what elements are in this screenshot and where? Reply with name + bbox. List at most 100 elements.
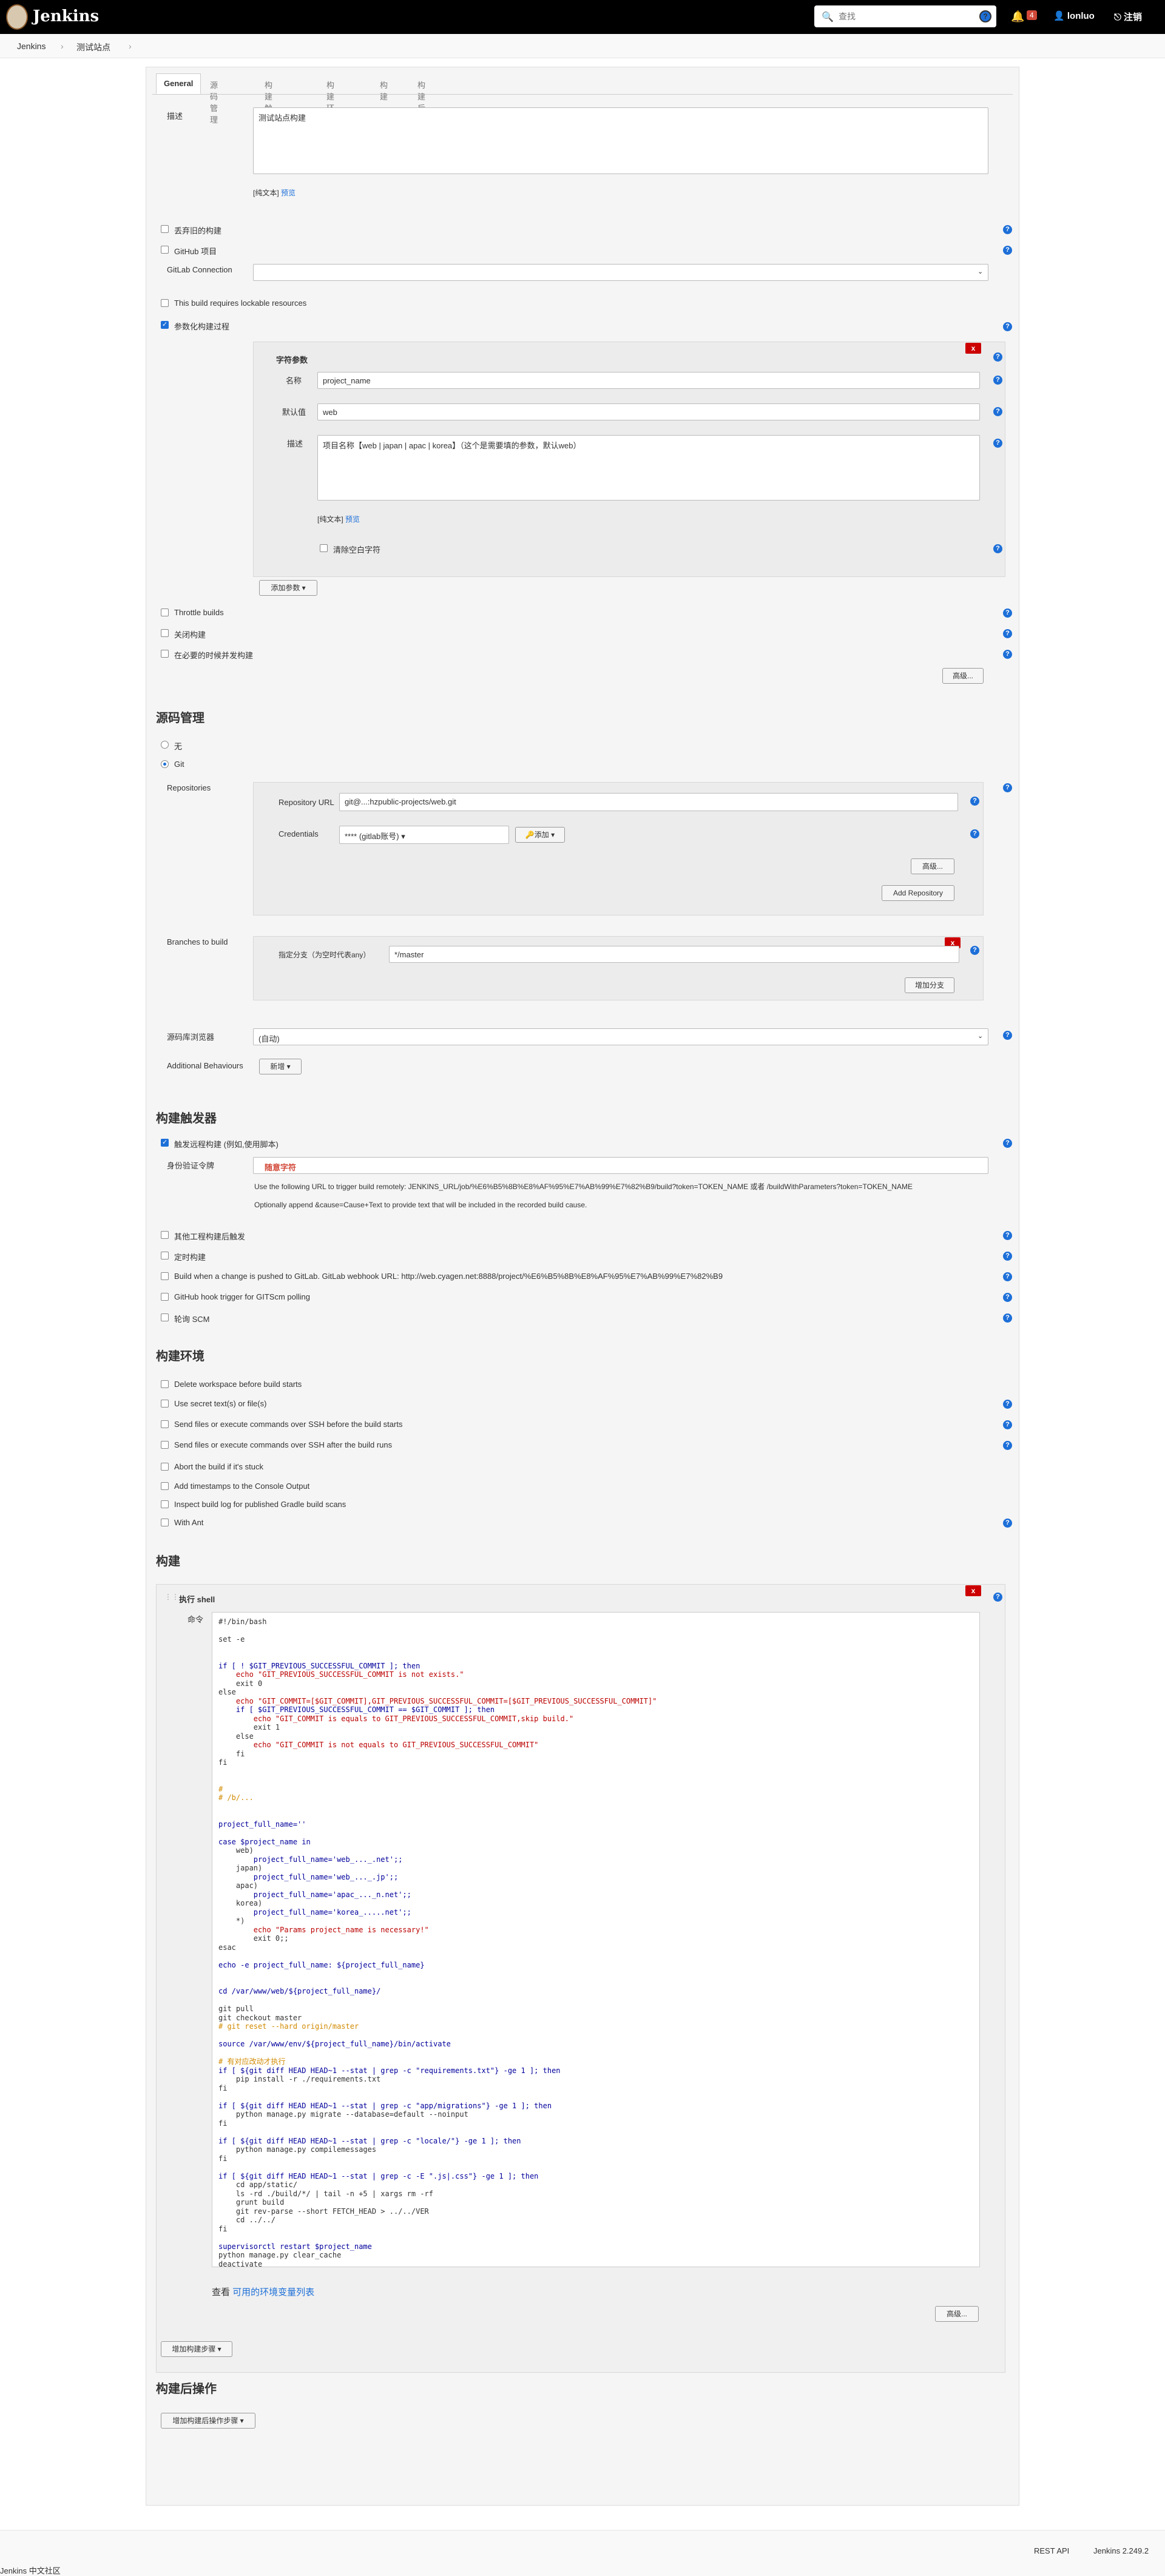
- github-project-checkbox[interactable]: [161, 246, 169, 254]
- help-icon[interactable]: ?: [970, 797, 979, 806]
- lockable-checkbox[interactable]: [161, 299, 169, 307]
- add-build-step-button[interactable]: 增加构建步骤 ▾: [161, 2341, 232, 2357]
- env-checkbox[interactable]: [161, 1500, 169, 1508]
- search-help-icon[interactable]: ?: [979, 10, 991, 22]
- add-post-step-button[interactable]: 增加构建后操作步骤 ▾: [161, 2413, 255, 2429]
- add-credential-button[interactable]: 🔑添加 ▾: [515, 827, 565, 843]
- help-icon[interactable]: ?: [1003, 225, 1012, 234]
- add-behaviour-button[interactable]: 新增 ▾: [259, 1059, 302, 1074]
- disable-checkbox[interactable]: [161, 629, 169, 637]
- param-preview-link[interactable]: 预览: [345, 515, 360, 524]
- drag-handle-icon[interactable]: ⋮⋮: [164, 1593, 179, 1601]
- help-icon[interactable]: ?: [1003, 609, 1012, 618]
- help-icon[interactable]: ?: [1003, 1272, 1012, 1281]
- trim-checkbox[interactable]: [320, 544, 328, 552]
- env-checkbox[interactable]: [161, 1441, 169, 1449]
- help-icon[interactable]: ?: [1003, 246, 1012, 255]
- help-icon[interactable]: ?: [1003, 1313, 1012, 1323]
- shell-advanced-button[interactable]: 高级...: [935, 2306, 979, 2322]
- logout-link[interactable]: ⎋ 注销: [1114, 10, 1142, 23]
- help-icon[interactable]: ?: [1003, 1420, 1012, 1429]
- periodic-checkbox[interactable]: [161, 1252, 169, 1259]
- help-icon[interactable]: ?: [993, 1593, 1002, 1602]
- help-icon[interactable]: ?: [993, 352, 1002, 362]
- help-icon[interactable]: ?: [1003, 650, 1012, 659]
- shell-command-editor[interactable]: #!/bin/bash set -e if [ ! $GIT_PREVIOUS_SU…: [212, 1612, 980, 2267]
- env-vars-link[interactable]: 可用的环境变量列表: [232, 2287, 314, 2298]
- tab-build[interactable]: 构建: [372, 73, 396, 101]
- help-icon[interactable]: ?: [993, 439, 1002, 448]
- desc-preview-link[interactable]: 预览: [281, 189, 295, 197]
- env-checkbox[interactable]: [161, 1482, 169, 1490]
- repo-advanced-button[interactable]: 高级...: [911, 858, 954, 874]
- env-checkbox[interactable]: [161, 1400, 169, 1408]
- notification-badge[interactable]: 4: [1027, 10, 1037, 20]
- gitlab-push-checkbox[interactable]: [161, 1272, 169, 1280]
- help-icon[interactable]: ?: [1003, 1293, 1012, 1302]
- tab-post[interactable]: 构建后操作: [410, 73, 433, 136]
- concurrent-checkbox[interactable]: [161, 650, 169, 658]
- parameterized-checkbox[interactable]: [161, 320, 169, 329]
- help-icon[interactable]: ?: [1003, 1031, 1012, 1040]
- scm-none-radio[interactable]: [161, 741, 169, 749]
- rest-api-link[interactable]: REST API: [1034, 2546, 1069, 2555]
- add-repository-button[interactable]: Add Repository: [882, 885, 954, 901]
- user-link[interactable]: 👤 lonluo: [1053, 10, 1095, 21]
- add-param-button[interactable]: 添加参数 ▾: [259, 580, 317, 596]
- help-icon[interactable]: ?: [970, 829, 979, 838]
- brand-title[interactable]: Jenkins: [33, 7, 99, 25]
- auth-token-input[interactable]: 随意字符: [253, 1157, 988, 1174]
- help-icon[interactable]: ?: [1003, 1231, 1012, 1240]
- help-icon[interactable]: ?: [1003, 1400, 1012, 1409]
- search-input[interactable]: [839, 10, 972, 23]
- bell-icon[interactable]: 🔔: [1011, 10, 1024, 23]
- throttle-label: Throttle builds: [174, 608, 224, 617]
- jenkins-logo-icon[interactable]: [6, 4, 28, 30]
- help-icon[interactable]: ?: [993, 407, 1002, 416]
- repo-browser-select[interactable]: (自动): [253, 1028, 988, 1045]
- branch-spec-input[interactable]: */master: [389, 946, 959, 963]
- script-line: fi: [218, 2224, 228, 2233]
- env-checkbox[interactable]: [161, 1420, 169, 1428]
- help-icon[interactable]: ?: [1003, 1252, 1012, 1261]
- remote-trigger-checkbox[interactable]: [161, 1138, 169, 1147]
- env-checkbox[interactable]: [161, 1519, 169, 1526]
- breadcrumb-job[interactable]: 测试站点: [76, 41, 110, 53]
- description-textarea[interactable]: 测试站点构建: [253, 107, 988, 174]
- tab-general[interactable]: General: [156, 73, 201, 94]
- credentials-select[interactable]: **** (gitlab账号) ▾: [339, 826, 509, 844]
- gitlab-conn-select[interactable]: [253, 264, 988, 281]
- tab-triggers[interactable]: 构建触发器: [257, 73, 280, 136]
- param-desc-textarea[interactable]: 项目名称【web | japan | apac | korea】（这个是需要填的…: [317, 435, 980, 501]
- env-checkbox[interactable]: [161, 1463, 169, 1471]
- param-name-input[interactable]: project_name: [317, 372, 980, 389]
- tab-scm[interactable]: 源码管理: [202, 73, 226, 124]
- help-icon[interactable]: ?: [1003, 783, 1012, 792]
- help-icon[interactable]: ?: [1003, 629, 1012, 638]
- delete-step-button[interactable]: x: [965, 1585, 981, 1596]
- tab-env[interactable]: 构建环境: [319, 73, 342, 124]
- throttle-checkbox[interactable]: [161, 609, 169, 616]
- help-icon[interactable]: ?: [970, 946, 979, 955]
- discard-old-checkbox[interactable]: [161, 225, 169, 233]
- delete-parameter-button[interactable]: x: [965, 343, 981, 354]
- scm-git-radio[interactable]: [161, 760, 169, 768]
- github-hook-checkbox[interactable]: [161, 1293, 169, 1301]
- help-icon[interactable]: ?: [1003, 1441, 1012, 1450]
- version-label[interactable]: Jenkins 2.249.2: [1093, 2546, 1149, 2555]
- help-icon[interactable]: ?: [1003, 1519, 1012, 1528]
- help-icon[interactable]: ?: [993, 376, 1002, 385]
- add-branch-button[interactable]: 增加分支: [905, 977, 954, 993]
- env-checkbox[interactable]: [161, 1380, 169, 1388]
- repo-url-input[interactable]: git@...:hzpublic-projects/web.git: [339, 793, 958, 811]
- script-line: git rev-parse --short FETCH_HEAD > ../..…: [218, 2207, 429, 2216]
- help-icon[interactable]: ?: [1003, 322, 1012, 331]
- help-icon[interactable]: ?: [993, 544, 1002, 553]
- poll-scm-checkbox[interactable]: [161, 1313, 169, 1321]
- breadcrumb-jenkins[interactable]: Jenkins: [17, 41, 46, 51]
- help-icon[interactable]: ?: [1003, 1139, 1012, 1148]
- after-other-checkbox[interactable]: [161, 1231, 169, 1239]
- community-link[interactable]: Jenkins 中文社区: [0, 2564, 61, 2576]
- param-default-input[interactable]: web: [317, 403, 980, 420]
- general-advanced-button[interactable]: 高级...: [942, 668, 984, 684]
